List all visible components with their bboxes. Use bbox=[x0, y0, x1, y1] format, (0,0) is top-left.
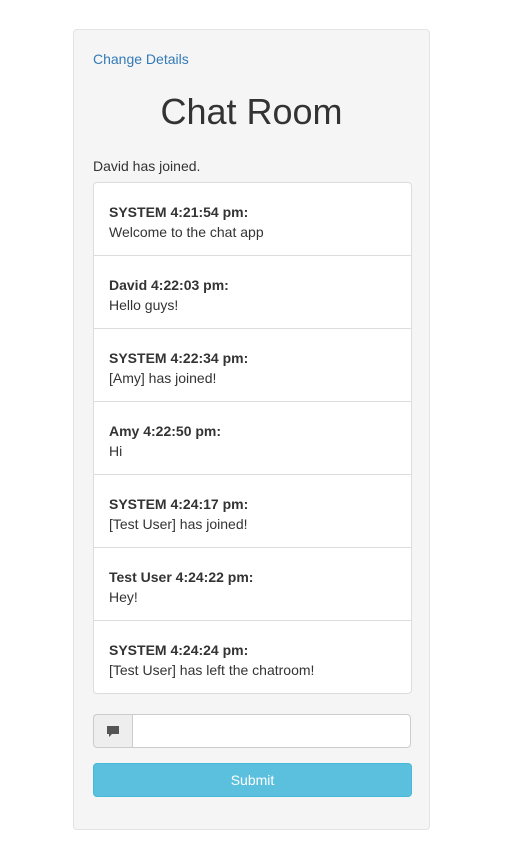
message-text: Hello guys! bbox=[109, 297, 179, 313]
message-input-group bbox=[93, 714, 411, 748]
message-item: SYSTEM 4:24:24 pm: [Test User] has left … bbox=[94, 621, 411, 693]
message-header: SYSTEM 4:24:17 pm: bbox=[109, 496, 249, 512]
message-list: SYSTEM 4:21:54 pm: Welcome to the chat a… bbox=[93, 182, 412, 694]
message-item: SYSTEM 4:21:54 pm: Welcome to the chat a… bbox=[94, 183, 411, 256]
comment-icon bbox=[93, 714, 132, 748]
message-input[interactable] bbox=[132, 714, 411, 748]
change-details-link[interactable]: Change Details bbox=[93, 51, 189, 67]
submit-button[interactable]: Submit bbox=[93, 763, 412, 797]
message-header: SYSTEM 4:21:54 pm: bbox=[109, 204, 249, 220]
message-text: Hi bbox=[109, 443, 123, 459]
message-header: SYSTEM 4:24:24 pm: bbox=[109, 642, 249, 658]
message-text: Hey! bbox=[109, 589, 138, 605]
message-item: David 4:22:03 pm: Hello guys! bbox=[94, 256, 411, 329]
message-text: [Amy] has joined! bbox=[109, 370, 217, 386]
message-item: Amy 4:22:50 pm: Hi bbox=[94, 402, 411, 475]
join-status-text: David has joined. bbox=[93, 158, 201, 174]
page-title: Chat Room bbox=[160, 91, 343, 132]
message-text: [Test User] has joined! bbox=[109, 516, 248, 532]
message-header: David 4:22:03 pm: bbox=[109, 277, 229, 293]
message-item: SYSTEM 4:24:17 pm: [Test User] has joine… bbox=[94, 475, 411, 548]
message-header: Amy 4:22:50 pm: bbox=[109, 423, 222, 439]
message-item: SYSTEM 4:22:34 pm: [Amy] has joined! bbox=[94, 329, 411, 402]
message-text: [Test User] has left the chatroom! bbox=[109, 662, 315, 678]
chat-panel: Change Details Chat Room David has joine… bbox=[73, 29, 430, 830]
message-item: Test User 4:24:22 pm: Hey! bbox=[94, 548, 411, 621]
message-header: SYSTEM 4:22:34 pm: bbox=[109, 350, 249, 366]
message-header: Test User 4:24:22 pm: bbox=[109, 569, 254, 585]
message-text: Welcome to the chat app bbox=[109, 224, 264, 240]
